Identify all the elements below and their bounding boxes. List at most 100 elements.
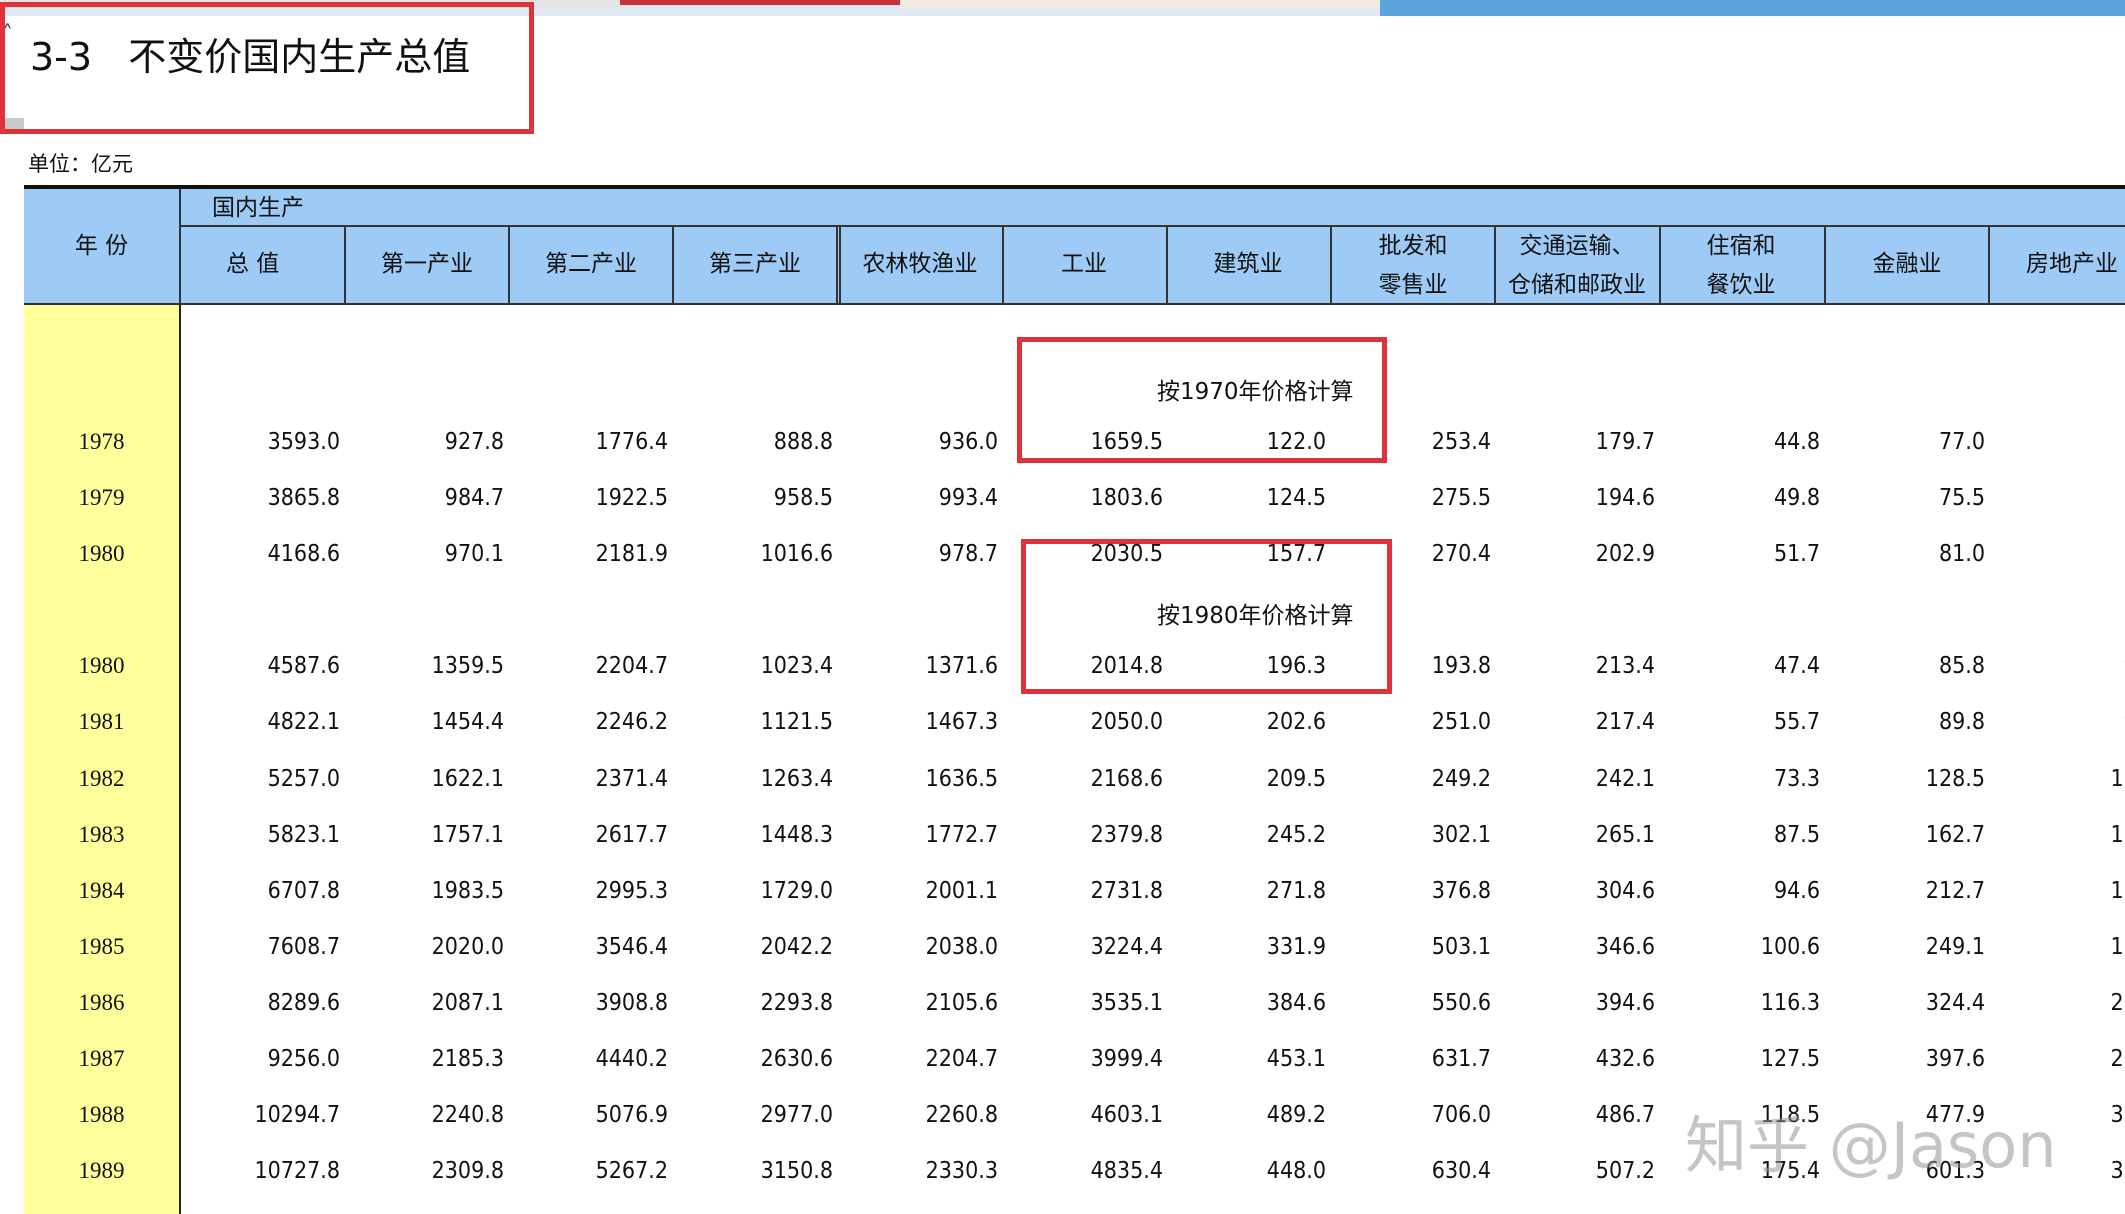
cell-wholesale: 249.2 <box>1431 766 1491 792</box>
header-divider <box>508 226 510 305</box>
cell-year: 1978 <box>78 429 125 454</box>
cell-tertiary: 1263.4 <box>760 766 833 792</box>
cell-hotel: 51.7 <box>1773 541 1820 567</box>
cell-gdp: 10727.8 <box>254 1158 340 1184</box>
header-divider <box>839 226 841 305</box>
cell-realestate: 106 <box>2110 822 2125 848</box>
cell-finance: 85.8 <box>1938 653 1985 679</box>
cell-agriculture: 2001.1 <box>925 878 998 904</box>
cell-secondary: 2204.7 <box>595 653 668 679</box>
cell-realestate: 72 <box>2000 536 2125 572</box>
cell-tertiary: 2630.6 <box>760 1046 833 1072</box>
cell-gdp: 7608.7 <box>267 934 340 960</box>
header-divider <box>836 226 838 305</box>
cell-industry: 2379.8 <box>1090 822 1163 848</box>
header-divider <box>672 226 674 305</box>
cell-tertiary: 1023.4 <box>760 653 833 679</box>
header-divider <box>179 225 2125 227</box>
header-divider <box>1659 226 1661 305</box>
cell-gdp: 10294.7 <box>254 1102 340 1128</box>
table-row: 1981 4822.1 1454.4 2246.2 1121.5 1467.3 2050.0… <box>0 704 2125 740</box>
cell-secondary: 1922.5 <box>595 485 668 511</box>
cell-tertiary: 2977.0 <box>760 1102 833 1128</box>
header-year: 年 份 <box>74 233 129 259</box>
cell-primary: 2185.3 <box>431 1046 504 1072</box>
header-divider <box>1330 226 1332 305</box>
cell-primary: 2087.1 <box>431 990 504 1016</box>
cell-wholesale: 550.6 <box>1431 990 1491 1016</box>
table-row: 1985 7608.7 2020.0 3546.4 2042.2 2038.0 3224.4… <box>0 929 2125 965</box>
cell-agriculture: 978.7 <box>938 541 998 567</box>
cell-finance: 89.8 <box>1938 709 1985 735</box>
cell-transport: 179.7 <box>1595 429 1655 455</box>
cell-construction: 209.5 <box>1266 766 1326 792</box>
cell-hotel: 87.5 <box>1773 822 1820 848</box>
cell-realestate: 276 <box>2110 1046 2125 1072</box>
cell-realestate: 67 <box>2000 480 2125 516</box>
cell-industry: 2168.6 <box>1090 766 1163 792</box>
cell-construction: 489.2 <box>1266 1102 1326 1128</box>
cell-tertiary: 1729.0 <box>760 878 833 904</box>
table-row: 1980 4168.6 970.1 2181.9 1016.6 978.7 2030.5 15… <box>0 536 2125 572</box>
cell-industry: 3224.4 <box>1090 934 1163 960</box>
cell-secondary: 2181.9 <box>595 541 668 567</box>
cell-primary: 1622.1 <box>431 766 504 792</box>
cell-industry: 4835.4 <box>1090 1158 1163 1184</box>
cell-realestate: 136 <box>2110 878 2125 904</box>
header-agriculture: 农林牧渔业 <box>862 251 978 277</box>
cell-agriculture: 2038.0 <box>925 934 998 960</box>
cell-industry: 4603.1 <box>1090 1102 1163 1128</box>
table-row: 1980 4587.6 1359.5 2204.7 1023.4 1371.6 2014.8… <box>0 648 2125 684</box>
cell-year: 1979 <box>78 485 125 510</box>
cell-industry: 3999.4 <box>1090 1046 1163 1072</box>
cell-finance: 162.7 <box>1925 822 1985 848</box>
cell-wholesale: 631.7 <box>1431 1046 1491 1072</box>
cell-construction: 384.6 <box>1266 990 1326 1016</box>
header-wholesale-2: 零售业 <box>1378 272 1448 298</box>
cell-wholesale: 251.0 <box>1431 709 1491 735</box>
cell-tertiary: 2042.2 <box>760 934 833 960</box>
cell-primary: 1359.5 <box>431 653 504 679</box>
cell-agriculture: 2330.3 <box>925 1158 998 1184</box>
header-industry: 工业 <box>1061 251 1107 277</box>
cell-industry: 2014.8 <box>1090 653 1163 679</box>
header-finance: 金融业 <box>1872 251 1942 277</box>
cell-primary: 970.1 <box>444 541 504 567</box>
cell-wholesale: 630.4 <box>1431 1158 1491 1184</box>
cell-finance: 75.5 <box>1938 485 1985 511</box>
cell-wholesale: 193.8 <box>1431 653 1491 679</box>
cell-transport: 304.6 <box>1595 878 1655 904</box>
cell-secondary: 2246.2 <box>595 709 668 735</box>
cell-finance: 249.1 <box>1925 934 1985 960</box>
header-divider <box>179 189 181 305</box>
cell-industry: 1659.5 <box>1090 429 1163 455</box>
cell-transport: 242.1 <box>1595 766 1655 792</box>
cell-agriculture: 1772.7 <box>925 822 998 848</box>
cell-gdp: 4822.1 <box>267 709 340 735</box>
table-row: 1986 8289.6 2087.1 3908.8 2293.8 2105.6 3535.1… <box>0 985 2125 1021</box>
header-divider <box>344 226 346 305</box>
header-divider <box>1002 226 1004 305</box>
cell-primary: 2020.0 <box>431 934 504 960</box>
cell-transport: 213.4 <box>1595 653 1655 679</box>
cell-construction: 245.2 <box>1266 822 1326 848</box>
cell-tertiary: 958.5 <box>773 485 833 511</box>
cell-realestate: 96 <box>2000 648 2125 684</box>
header-hotel-2: 餐饮业 <box>1706 272 1776 298</box>
cell-wholesale: 503.1 <box>1431 934 1491 960</box>
cell-hotel: 47.4 <box>1773 653 1820 679</box>
cell-wholesale: 302.1 <box>1431 822 1491 848</box>
cell-primary: 2240.8 <box>431 1102 504 1128</box>
header-divider <box>1166 226 1168 305</box>
cell-construction: 196.3 <box>1266 653 1326 679</box>
cell-hotel: 100.6 <box>1760 934 1820 960</box>
cell-hotel: 127.5 <box>1760 1046 1820 1072</box>
cell-transport: 486.7 <box>1595 1102 1655 1128</box>
cell-secondary: 2995.3 <box>595 878 668 904</box>
cell-realestate: 170 <box>2110 934 2125 960</box>
cell-hotel: 73.3 <box>1773 766 1820 792</box>
cell-industry: 1803.6 <box>1090 485 1163 511</box>
cell-year: 1980 <box>78 653 125 678</box>
cell-year: 1986 <box>78 990 125 1015</box>
cell-construction: 157.7 <box>1266 541 1326 567</box>
